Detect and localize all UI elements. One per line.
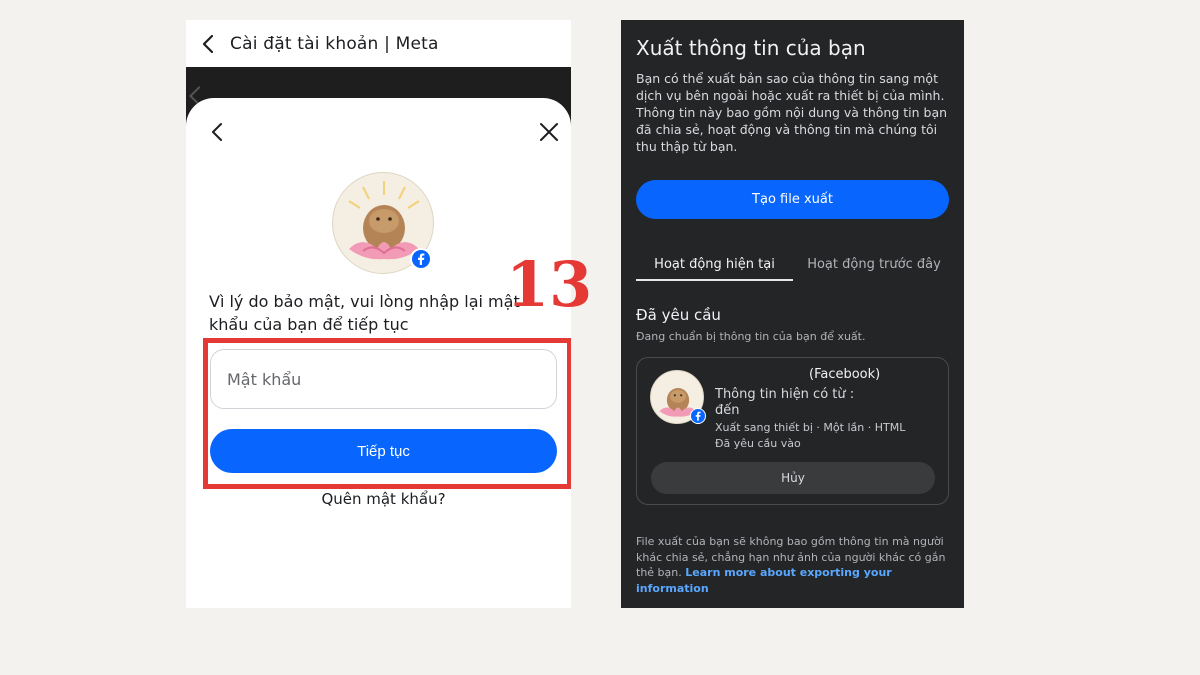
close-icon[interactable] [537,120,561,144]
card-avatar [650,370,706,424]
facebook-badge-icon [410,248,432,270]
continue-button[interactable]: Tiếp tục [210,429,557,473]
right-phone-screen: Xuất thông tin của bạn Bạn có thể xuất b… [621,20,964,608]
facebook-small-badge-icon [690,408,706,424]
export-request-card: (Facebook) Thông tin hiện có từ : đến Xu… [636,357,949,505]
cancel-button[interactable]: Hủy [651,462,935,494]
security-prompt: Vì lý do bảo mật, vui lòng nhập lại mật … [209,292,520,334]
page-title: Cài đặt tài khoản | Meta [230,33,439,54]
password-input[interactable]: Mật khẩu [210,349,557,409]
tab-past-activity[interactable]: Hoạt động trước đây [799,257,949,281]
card-requested-date: Đã yêu cầu vào [715,437,801,450]
tab-current-activity[interactable]: Hoạt động hiện tại [636,257,793,281]
card-export-details: Xuất sang thiết bị · Một lần · HTML [715,421,906,434]
card-availability: Thông tin hiện có từ : đến [715,387,855,418]
requested-section-subtitle: Đang chuẩn bị thông tin của bạn để xuất. [636,330,866,343]
export-footer-note: File xuất của bạn sẽ không bao gồm thông… [636,534,954,596]
account-settings-header: Cài đặt tài khoản | Meta [186,20,571,67]
password-sheet: Vì lý do bảo mật, vui lòng nhập lại mật … [186,98,571,608]
requested-section-title: Đã yêu cầu [636,306,721,324]
forgot-password-link[interactable]: Quên mật khẩu? [186,490,571,508]
step-number-label: 13 [506,248,593,321]
back-arrow-icon[interactable] [186,20,230,67]
export-title: Xuất thông tin của bạn [636,36,866,60]
chevron-left-icon[interactable] [206,120,230,144]
export-description: Bạn có thể xuất bản sao của thông tin sa… [636,71,948,154]
create-export-button[interactable]: Tạo file xuất [636,180,949,219]
card-account-name: (Facebook) [809,367,881,382]
profile-avatar [332,172,434,274]
